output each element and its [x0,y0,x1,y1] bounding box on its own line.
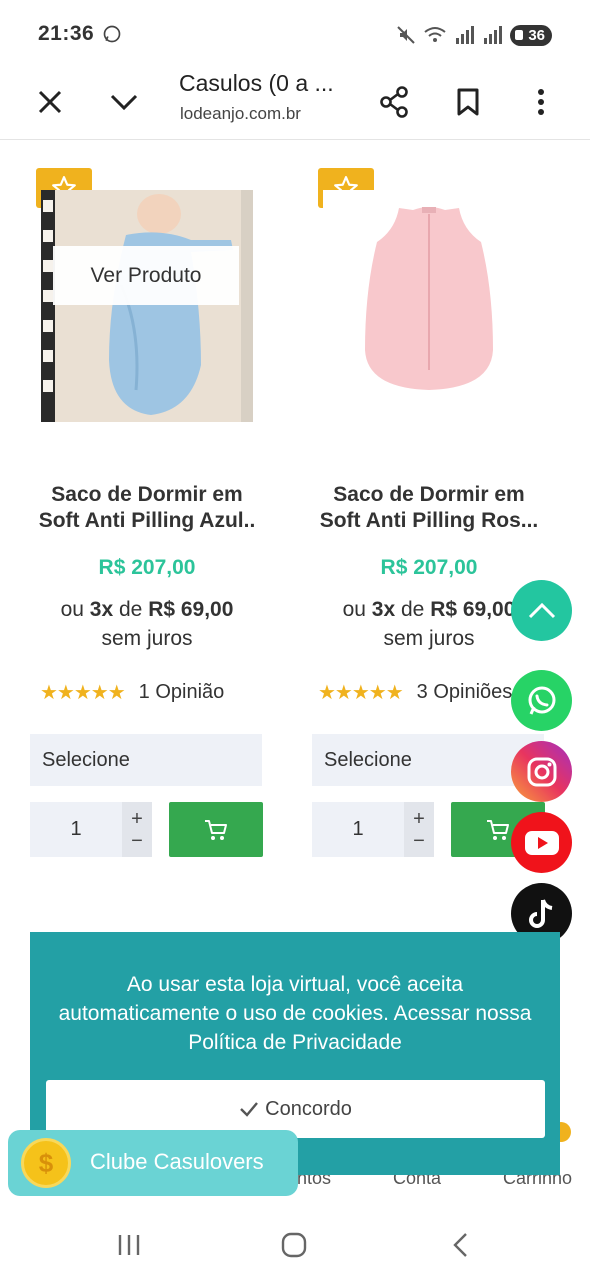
bookmark-icon [457,88,479,116]
chevron-up-icon [528,602,555,618]
quantity-input[interactable]: 1 [312,802,404,857]
installment-mid: de [118,598,143,621]
quantity-increase-button[interactable]: + [131,808,143,830]
installment-prefix: ou [60,598,84,621]
add-to-cart-button[interactable] [169,802,263,857]
more-vert-icon [538,89,544,115]
browser-toolbar: Casulos (0 a ... lodeanjo.com.br [0,64,590,140]
product-name[interactable]: Saco de Dormir em Soft Anti Pilling Ros.… [304,482,554,534]
page-url[interactable]: lodeanjo.com.br [180,104,301,124]
home-icon [281,1232,307,1258]
scroll-to-top-button[interactable] [511,580,572,641]
product-image[interactable]: Ver Produto [41,190,253,422]
chevron-down-icon [110,94,138,111]
whatsapp-icon [528,686,555,715]
installment-info: ou 3x de R$ 69,00 sem juros [22,595,272,653]
wifi-icon [424,27,446,42]
status-bar: 21:36 36 [0,0,590,64]
quantity-stepper: + − [122,802,152,857]
checkmark-icon [240,1102,259,1117]
close-button[interactable] [26,78,74,126]
variant-select[interactable]: Selecione [312,734,544,786]
product-name-line: Soft Anti Pilling Ros... [319,509,539,532]
more-options-button[interactable] [517,78,565,126]
review-count: 1 Opinião [138,681,225,703]
installment-value: R$ 69,00 [148,598,234,621]
installment-mid: de [400,598,425,621]
instagram-icon [527,757,556,786]
mute-icon [397,26,416,44]
product-name-line: Saco de Dormir em [333,483,525,506]
product-name-line: Saco de Dormir em [51,483,243,506]
quantity-increase-button[interactable]: + [413,808,425,830]
baby-sleep-sack-blue-image [41,190,253,422]
close-icon [38,90,62,114]
product-name[interactable]: Saco de Dormir em Soft Anti Pilling Azul… [22,482,272,534]
product-image[interactable] [323,190,535,422]
whatsapp-notification-icon [103,25,121,43]
installment-count: 3x [371,598,396,621]
coin-icon: $ [21,1138,71,1188]
system-navigation-bar [0,1205,590,1280]
cart-icon [487,819,509,840]
product-card: Ver Produto Saco de Dormir em Soft Anti … [22,160,272,880]
share-icon [380,86,408,118]
signal-icon-2 [484,26,503,44]
recent-apps-button[interactable] [109,1225,149,1265]
youtube-icon [524,830,559,855]
rating-stars: ★★★★★ [40,682,126,704]
club-casulovers-button[interactable]: $ Clube Casulovers [8,1130,298,1196]
share-button[interactable] [370,78,418,126]
installment-count: 3x [89,598,114,621]
cart-icon [205,819,227,840]
product-price: R$ 207,00 [98,556,196,579]
status-time: 21:36 [38,22,95,45]
view-product-button[interactable]: Ver Produto [53,246,239,305]
quantity-stepper: + − [404,802,434,857]
home-button[interactable] [274,1225,314,1265]
tiktok-icon [528,898,552,928]
club-label: Clube Casulovers [90,1149,264,1174]
recent-apps-icon [118,1235,140,1255]
baby-sleep-sack-pink-image [365,207,493,390]
quantity-decrease-button[interactable]: − [413,830,425,852]
quantity-input[interactable]: 1 [30,802,122,857]
minimize-button[interactable] [100,78,148,126]
rating-stars: ★★★★★ [318,682,404,704]
whatsapp-button[interactable] [511,670,572,731]
battery-indicator: 36 [510,24,552,46]
product-price: R$ 207,00 [380,556,478,579]
cookie-message: Ao usar esta loja virtual, você aceita a… [58,973,532,1054]
instagram-button[interactable] [511,741,572,802]
accept-cookies-label: Concordo [265,1097,352,1120]
page-title: Casulos (0 a ... [179,70,334,96]
product-rating[interactable]: ★★★★★ 1 Opinião [40,680,280,705]
bookmark-button[interactable] [444,78,492,126]
signal-icon [456,26,475,44]
product-name-line: Soft Anti Pilling Azul.. [38,509,256,532]
review-count: 3 Opiniões [416,681,513,703]
variant-select[interactable]: Selecione [30,734,262,786]
installment-prefix: ou [342,598,366,621]
youtube-button[interactable] [511,812,572,873]
installment-suffix: sem juros [101,627,193,650]
back-icon [453,1233,467,1257]
back-button[interactable] [440,1225,480,1265]
quantity-decrease-button[interactable]: − [131,830,143,852]
status-icons: 36 [396,22,552,48]
installment-value: R$ 69,00 [430,598,516,621]
